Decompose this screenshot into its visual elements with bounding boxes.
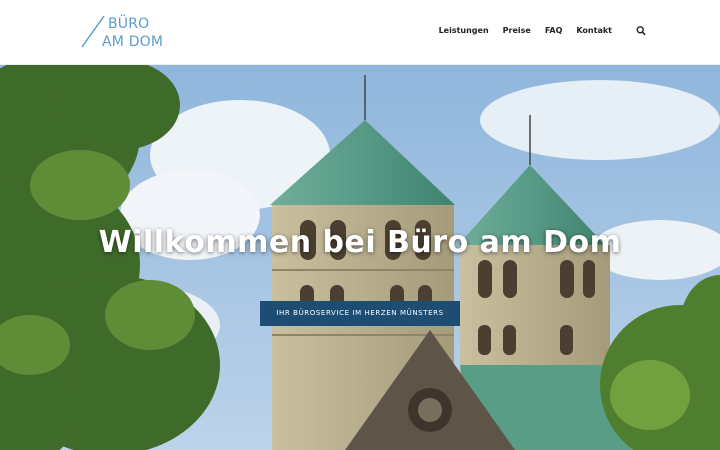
- hero-title: Willkommen bei Büro am Dom: [98, 225, 622, 260]
- hero-section: Willkommen bei Büro am Dom IHR BÜROSERVI…: [0, 65, 720, 450]
- main-nav: Leistungen Preise FAQ Kontakt: [439, 25, 646, 37]
- nav-item-kontakt[interactable]: Kontakt: [576, 25, 612, 37]
- site-header: BÜRO AM DOM Leistungen Preise FAQ Kontak…: [0, 0, 720, 65]
- logo-text-line1: BÜRO: [108, 16, 150, 32]
- nav-item-preise[interactable]: Preise: [503, 25, 531, 37]
- nav-item-faq[interactable]: FAQ: [545, 25, 563, 37]
- search-icon[interactable]: [636, 25, 646, 37]
- logo-text-line2: AM DOM: [102, 34, 164, 50]
- site-logo[interactable]: BÜRO AM DOM: [80, 14, 170, 50]
- hero-cta-button[interactable]: IHR BÜROSERVICE IM HERZEN MÜNSTERS: [260, 301, 460, 326]
- nav-item-leistungen[interactable]: Leistungen: [439, 25, 489, 37]
